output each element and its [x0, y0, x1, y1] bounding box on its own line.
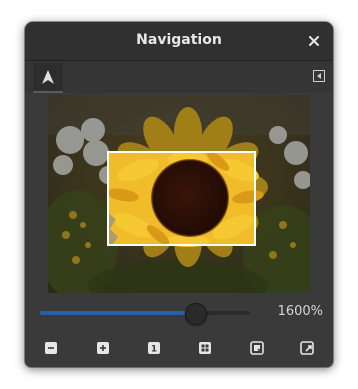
dialog-title: Navigation — [136, 32, 222, 48]
close-icon — [309, 36, 319, 46]
pointer-tool-icon — [42, 70, 54, 84]
shrink-wrap-icon — [300, 341, 314, 355]
viewport-content — [107, 151, 264, 247]
zoom-in-icon — [97, 342, 109, 354]
zoom-one-to-one-button[interactable]: 1 — [144, 338, 164, 358]
zoom-level-label: 1600% — [277, 304, 323, 319]
svg-text:1: 1 — [151, 345, 157, 355]
dock-menu-icon — [313, 70, 325, 82]
zoom-fit-image-button[interactable] — [195, 338, 215, 358]
zoom-slider-fill — [40, 311, 196, 315]
close-button[interactable] — [303, 30, 325, 52]
zoom-one-to-one-icon: 1 — [148, 342, 160, 354]
zoom-out-button[interactable] — [41, 338, 61, 358]
sunflower-image — [38, 95, 323, 310]
zoom-slider-row: 1600% — [25, 302, 333, 326]
zoom-slider[interactable] — [40, 303, 250, 325]
pointer-tool-button[interactable] — [33, 63, 63, 93]
zoom-fit-image-icon — [199, 342, 211, 354]
zoom-slider-knob[interactable] — [185, 303, 208, 325]
title-bar[interactable]: Navigation — [25, 22, 333, 61]
zoom-fit-selection-button[interactable] — [247, 338, 267, 358]
zoom-fit-selection-icon — [250, 341, 264, 355]
dock-menu-button[interactable] — [313, 70, 325, 82]
shrink-wrap-button[interactable] — [297, 338, 317, 358]
zoom-out-icon — [45, 342, 57, 354]
zoom-in-button[interactable] — [93, 338, 113, 358]
dockable-header — [25, 61, 333, 93]
image-preview[interactable] — [38, 95, 323, 310]
navigation-buttons: 1 — [25, 334, 333, 362]
navigation-dialog: Navigation 1600% 1 — [25, 22, 333, 367]
